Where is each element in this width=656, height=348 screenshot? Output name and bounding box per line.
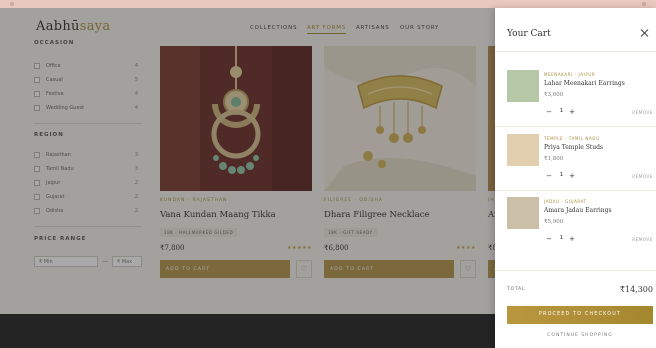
- quantity-stepper: − 1 +: [544, 171, 579, 181]
- minus-icon[interactable]: −: [544, 234, 554, 244]
- cart-item-price: ₹1,800: [544, 156, 564, 162]
- browser-top-strip: [0, 0, 656, 8]
- close-icon[interactable]: [639, 28, 649, 38]
- quantity-stepper: − 1 +: [544, 107, 579, 117]
- proceed-to-checkout-button[interactable]: PROCEED TO CHECKOUT: [507, 306, 653, 324]
- plus-icon[interactable]: +: [567, 107, 577, 117]
- quantity-value: 1: [559, 235, 564, 241]
- cart-item-price: ₹5,900: [544, 219, 564, 225]
- cart-item-name: Priya Temple Studs: [544, 144, 603, 151]
- cart-total-value: ₹14,300: [619, 285, 653, 294]
- divider: [495, 126, 656, 127]
- minus-icon[interactable]: −: [544, 171, 554, 181]
- cart-item-name: Lahar Meenakari Earrings: [544, 80, 625, 87]
- cart-item-price: ₹3,600: [544, 92, 564, 98]
- divider: [495, 190, 656, 191]
- divider: [495, 51, 656, 52]
- remove-item-button[interactable]: REMOVE: [632, 237, 653, 242]
- plus-icon[interactable]: +: [567, 171, 577, 181]
- cart-total-label: TOTAL: [507, 287, 526, 292]
- remove-item-button[interactable]: REMOVE: [632, 110, 653, 115]
- divider: [495, 270, 656, 271]
- quantity-value: 1: [559, 108, 564, 114]
- continue-shopping-link[interactable]: CONTINUE SHOPPING: [507, 333, 653, 338]
- cart-item-variant: MEENAKARI · JAIPUR: [544, 72, 596, 77]
- cart-item-variant: TEMPLE · TAMIL NADU: [544, 136, 600, 141]
- cart-drawer: Your Cart MEENAKARI · JAIPUR Lahar Meena…: [495, 8, 656, 348]
- cart-item-thumbnail: [507, 134, 539, 166]
- quantity-value: 1: [559, 172, 564, 178]
- cart-item: JADAU · GUJARAT Amara Jadau Earrings ₹5,…: [495, 197, 656, 261]
- cart-item: TEMPLE · TAMIL NADU Priya Temple Studs ₹…: [495, 134, 656, 198]
- cart-item-thumbnail: [507, 70, 539, 102]
- quantity-stepper: − 1 +: [544, 234, 579, 244]
- cart-item-thumbnail: [507, 197, 539, 229]
- plus-icon[interactable]: +: [567, 234, 577, 244]
- window-dot: [642, 2, 646, 6]
- cart-item-variant: JADAU · GUJARAT: [544, 199, 587, 204]
- cart-title: Your Cart: [507, 29, 551, 39]
- window-dot: [10, 2, 14, 6]
- cart-item-name: Amara Jadau Earrings: [544, 207, 612, 214]
- cart-item: MEENAKARI · JAIPUR Lahar Meenakari Earri…: [495, 70, 656, 134]
- minus-icon[interactable]: −: [544, 107, 554, 117]
- remove-item-button[interactable]: REMOVE: [632, 174, 653, 179]
